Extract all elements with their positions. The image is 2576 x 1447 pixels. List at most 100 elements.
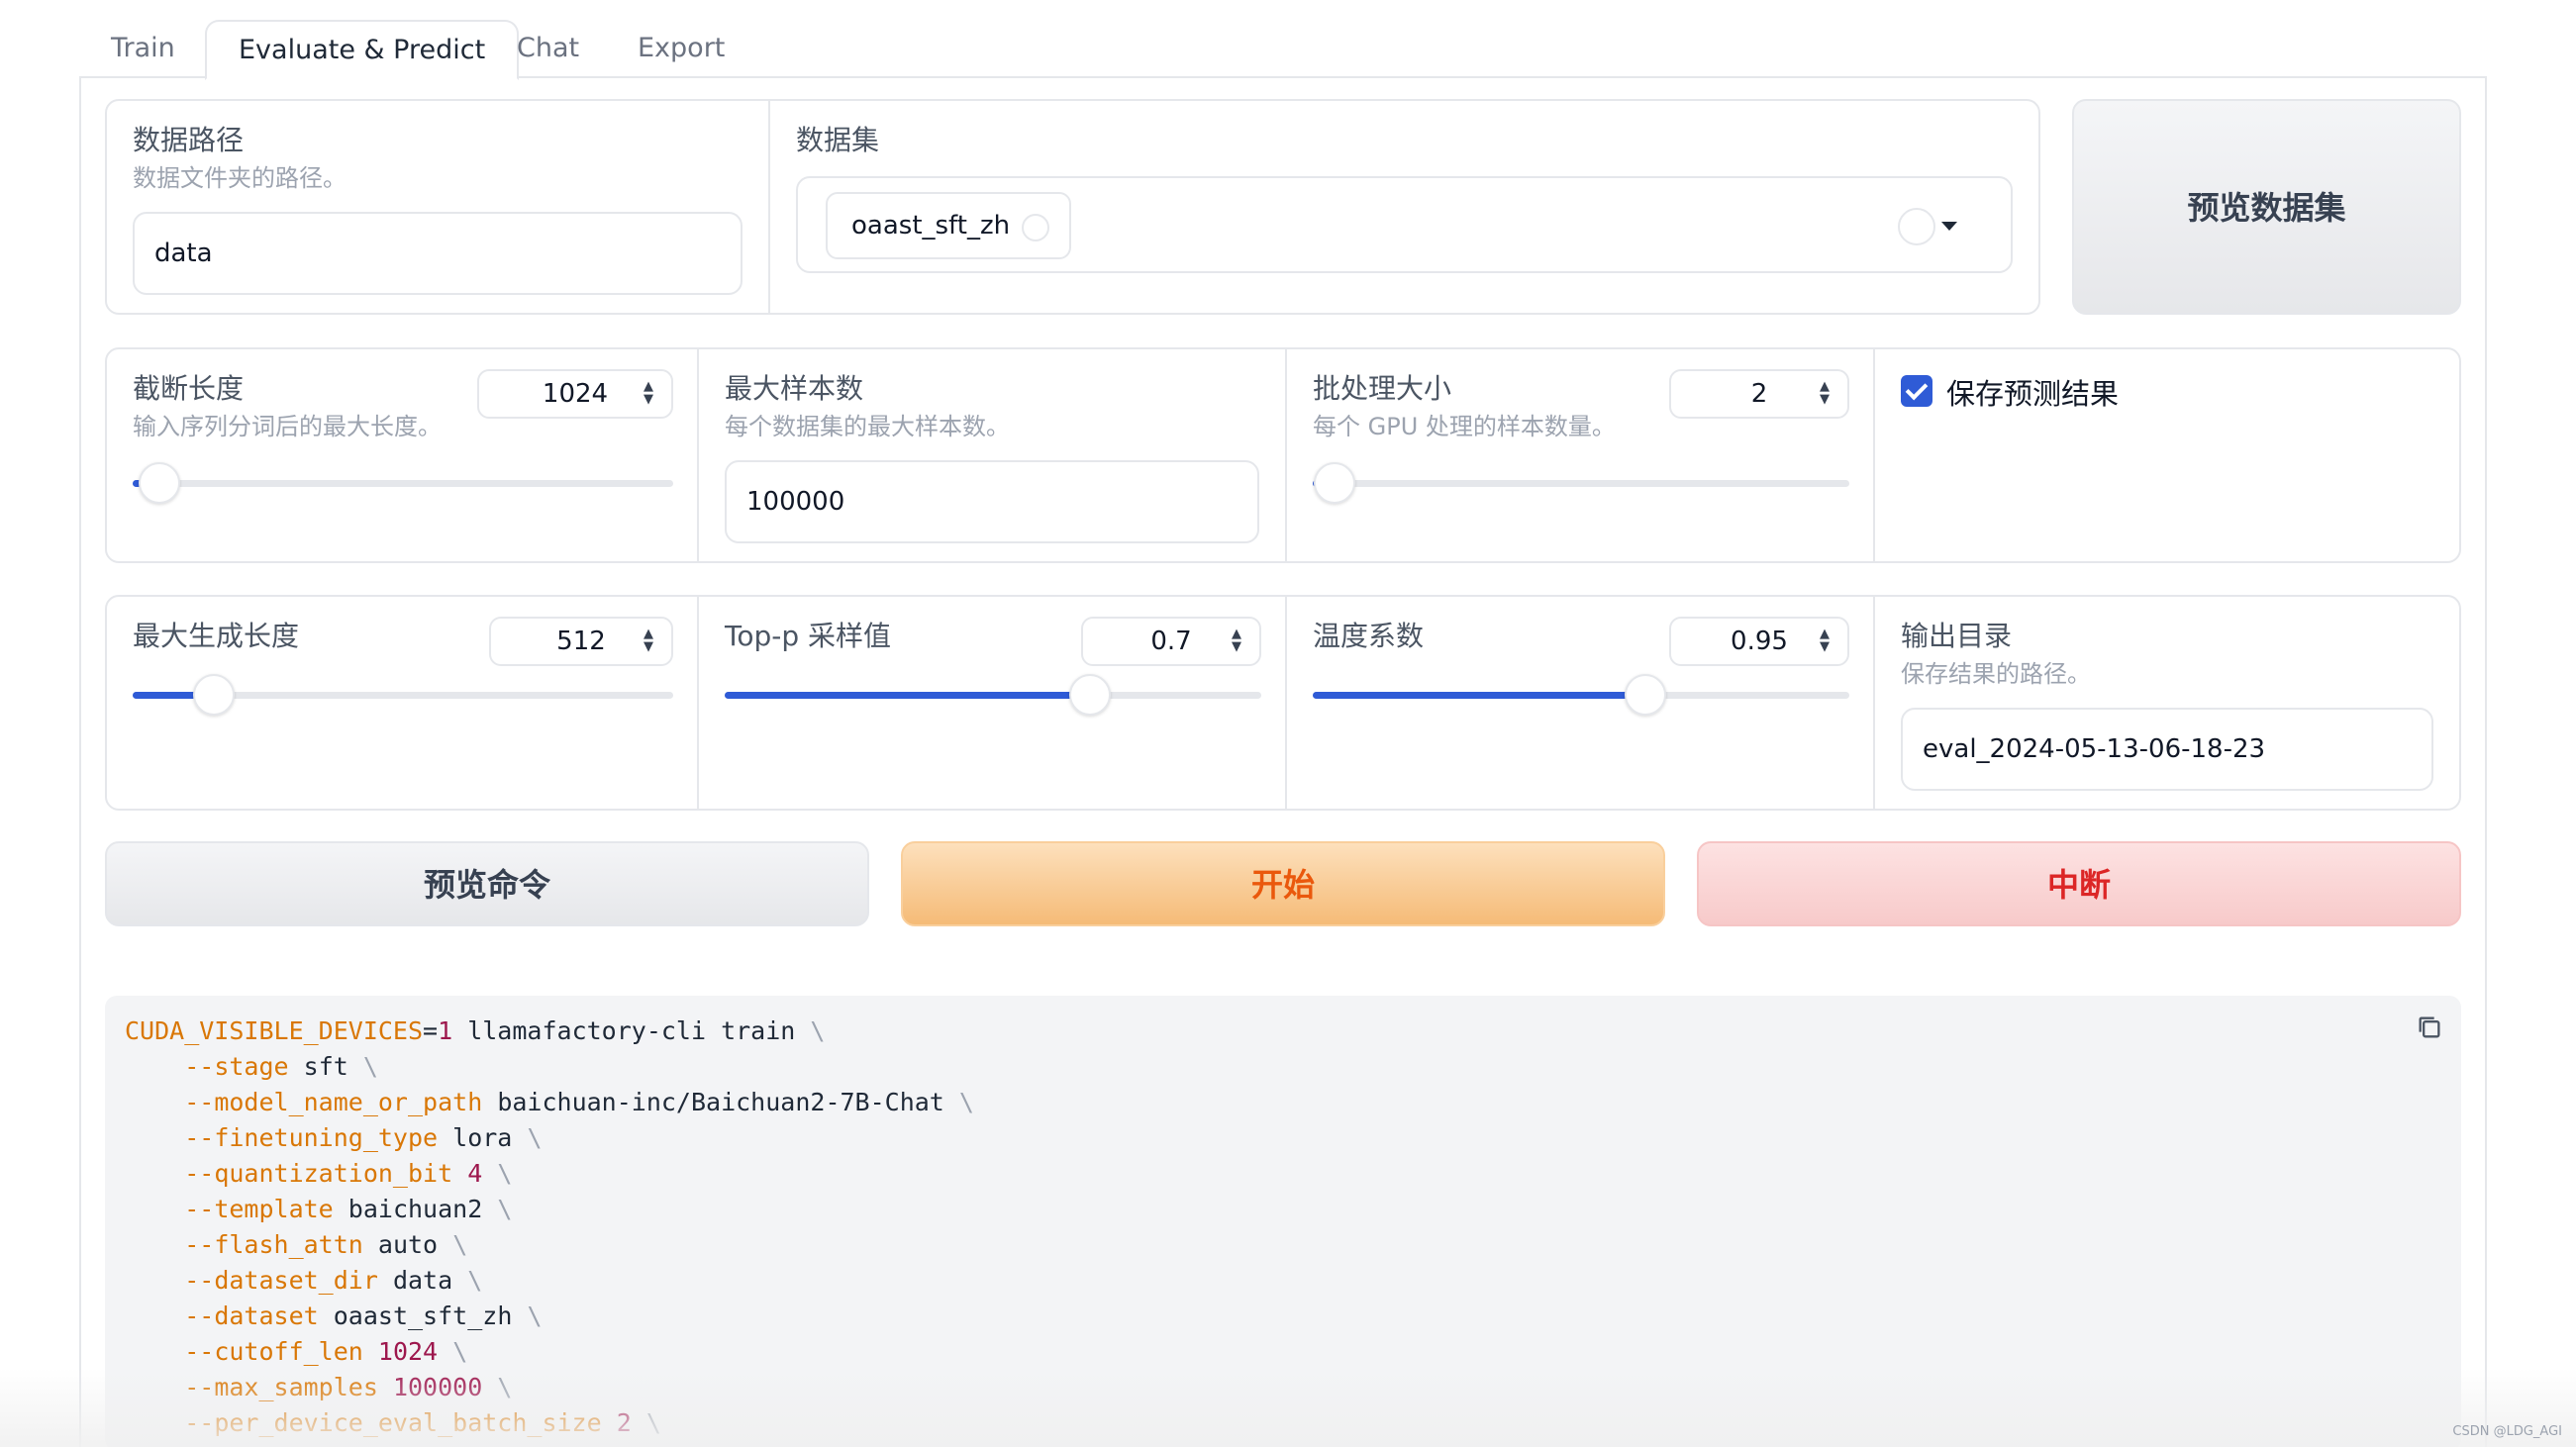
command-flag: --dataset_dir xyxy=(184,1266,378,1295)
max-samples-input[interactable]: 100000 xyxy=(725,460,1259,543)
watermark: CSDN @LDG_AGI xyxy=(2452,1424,2562,1439)
preview-dataset-button[interactable]: 预览数据集 xyxy=(2072,99,2461,315)
tab-train[interactable]: Train xyxy=(79,20,207,78)
output-dir-cell: 输出目录 保存结果的路径。 eval_2024-05-13-06-18-23 xyxy=(1873,597,2459,809)
command-flag: --model_name_or_path xyxy=(184,1088,483,1116)
clear-selection-icon[interactable] xyxy=(1898,208,1935,245)
max-new-tokens-slider[interactable] xyxy=(133,674,673,716)
max-new-tokens-number[interactable]: 512 ▲ ▼ xyxy=(489,617,673,666)
slider-thumb[interactable] xyxy=(139,462,181,504)
command-value: oaast_sft_zh xyxy=(333,1302,513,1330)
command-args: --stage sft \ --model_name_or_path baich… xyxy=(184,1052,974,1437)
data-path-cell: 数据路径 数据文件夹的路径。 data xyxy=(107,101,768,313)
dataset-cell: 数据集 oaast_sft_zh xyxy=(768,101,2038,313)
slider-thumb[interactable] xyxy=(1313,462,1355,504)
command-value: sft xyxy=(303,1052,348,1081)
predict-cell: 保存预测结果 xyxy=(1873,349,2459,561)
top-p-cell: Top-p 采样值 0.7 ▲ ▼ xyxy=(697,597,1285,809)
predict-checkbox[interactable] xyxy=(1901,375,1932,407)
dataset-dropdown[interactable]: oaast_sft_zh xyxy=(796,176,2013,273)
data-path-label: 数据路径 xyxy=(133,124,245,156)
stepper-icon[interactable]: ▲ ▼ xyxy=(1816,627,1833,655)
batch-size-value: 2 xyxy=(1750,379,1768,409)
batch-size-label: 批处理大小 xyxy=(1313,372,1452,405)
output-dir-label: 输出目录 xyxy=(1901,620,2013,652)
cutoff-len-number[interactable]: 1024 ▲ ▼ xyxy=(477,369,673,419)
dataset-label: 数据集 xyxy=(796,124,880,156)
batch-size-info: 每个 GPU 处理的样本数量。 xyxy=(1313,413,1616,440)
command-env-var: CUDA_VISIBLE_DEVICES xyxy=(125,1016,424,1045)
tab-chat[interactable]: Chat xyxy=(485,20,611,78)
temperature-value: 0.95 xyxy=(1731,627,1788,656)
tab-bar: Train Evaluate & Predict Chat Export xyxy=(79,20,2487,80)
preview-command-button[interactable]: 预览命令 xyxy=(105,841,869,926)
slider-thumb[interactable] xyxy=(1625,674,1667,716)
dataset-chip-label: oaast_sft_zh xyxy=(851,211,1011,241)
command-flag: --per_device_eval_batch_size xyxy=(184,1408,602,1437)
cutoff-len-cell: 截断长度 输入序列分词后的最大长度。 1024 ▲ ▼ xyxy=(107,349,697,561)
output-dir-input[interactable]: eval_2024-05-13-06-18-23 xyxy=(1901,708,2433,791)
cutoff-len-label: 截断长度 xyxy=(133,372,245,405)
command-value: baichuan2 xyxy=(347,1195,483,1223)
top-p-value: 0.7 xyxy=(1150,627,1192,656)
dataset-chip[interactable]: oaast_sft_zh xyxy=(826,192,1072,259)
command-value: 100000 xyxy=(392,1373,483,1401)
command-equals: = xyxy=(423,1016,439,1045)
command-env-value: 1 xyxy=(438,1016,453,1045)
command-flag: --stage xyxy=(184,1052,289,1081)
tab-export[interactable]: Export xyxy=(606,20,756,78)
remove-chip-icon[interactable] xyxy=(1022,214,1050,241)
command-text: CUDA_VISIBLE_DEVICES=1 llamafactory-cli … xyxy=(125,1016,974,1437)
command-executable: llamafactory-cli train xyxy=(452,1016,811,1045)
max-samples-label: 最大样本数 xyxy=(725,372,864,405)
temperature-label: 温度系数 xyxy=(1313,620,1425,652)
slider-fill xyxy=(1313,692,1646,699)
temperature-number[interactable]: 0.95 ▲ ▼ xyxy=(1669,617,1849,666)
command-preview: CUDA_VISIBLE_DEVICES=1 llamafactory-cli … xyxy=(105,996,2461,1447)
max-new-tokens-value: 512 xyxy=(556,627,606,656)
batch-size-cell: 批处理大小 每个 GPU 处理的样本数量。 2 ▲ ▼ xyxy=(1285,349,1873,561)
slider-thumb[interactable] xyxy=(1068,674,1111,716)
stepper-icon[interactable]: ▲ ▼ xyxy=(640,380,657,408)
dataset-group: 数据路径 数据文件夹的路径。 data 数据集 oaast_sft_zh xyxy=(105,99,2040,315)
batch-size-number[interactable]: 2 ▲ ▼ xyxy=(1669,369,1849,419)
batch-size-slider[interactable] xyxy=(1313,462,1849,504)
top-p-number[interactable]: 0.7 ▲ ▼ xyxy=(1081,617,1261,666)
stepper-icon[interactable]: ▲ ▼ xyxy=(640,627,657,655)
command-flag: --quantization_bit xyxy=(184,1159,453,1188)
cutoff-len-value: 1024 xyxy=(542,379,609,409)
start-button[interactable]: 开始 xyxy=(901,841,1665,926)
cutoff-len-info: 输入序列分词后的最大长度。 xyxy=(133,413,442,440)
data-path-input[interactable]: data xyxy=(133,212,743,295)
copy-icon[interactable] xyxy=(2416,1013,2443,1041)
command-value: 2 xyxy=(616,1408,632,1437)
temperature-slider[interactable] xyxy=(1313,674,1849,716)
top-p-slider[interactable] xyxy=(725,674,1261,716)
command-value: 4 xyxy=(467,1159,483,1188)
command-value: data xyxy=(392,1266,453,1295)
tab-evaluate-predict[interactable]: Evaluate & Predict xyxy=(205,20,520,80)
max-samples-cell: 最大样本数 每个数据集的最大样本数。 100000 xyxy=(697,349,1285,561)
top-p-label: Top-p 采样值 xyxy=(725,620,892,652)
stepper-icon[interactable]: ▲ ▼ xyxy=(1228,627,1245,655)
command-value: auto xyxy=(377,1230,439,1259)
stepper-icon[interactable]: ▲ ▼ xyxy=(1816,380,1833,408)
temperature-cell: 温度系数 0.95 ▲ ▼ xyxy=(1285,597,1873,809)
data-path-info: 数据文件夹的路径。 xyxy=(133,164,347,192)
command-flag: --max_samples xyxy=(184,1373,378,1401)
command-value: lora xyxy=(452,1123,513,1152)
chevron-down-icon[interactable] xyxy=(1941,222,1957,231)
command-flag: --dataset xyxy=(184,1302,319,1330)
command-value: 1024 xyxy=(377,1337,439,1366)
command-flag: --flash_attn xyxy=(184,1230,363,1259)
slider-fill xyxy=(725,692,1090,699)
max-new-tokens-cell: 最大生成长度 512 ▲ ▼ xyxy=(107,597,697,809)
cutoff-len-slider[interactable] xyxy=(133,462,673,504)
output-dir-info: 保存结果的路径。 xyxy=(1901,660,2091,688)
params-group-1: 截断长度 输入序列分词后的最大长度。 1024 ▲ ▼ 最大样本数 每个数据集的最… xyxy=(105,347,2461,563)
stop-button[interactable]: 中断 xyxy=(1697,841,2461,926)
slider-thumb[interactable] xyxy=(192,674,235,716)
max-samples-info: 每个数据集的最大样本数。 xyxy=(725,413,1010,440)
max-new-tokens-label: 最大生成长度 xyxy=(133,620,300,652)
predict-label[interactable]: 保存预测结果 xyxy=(1946,371,2119,413)
